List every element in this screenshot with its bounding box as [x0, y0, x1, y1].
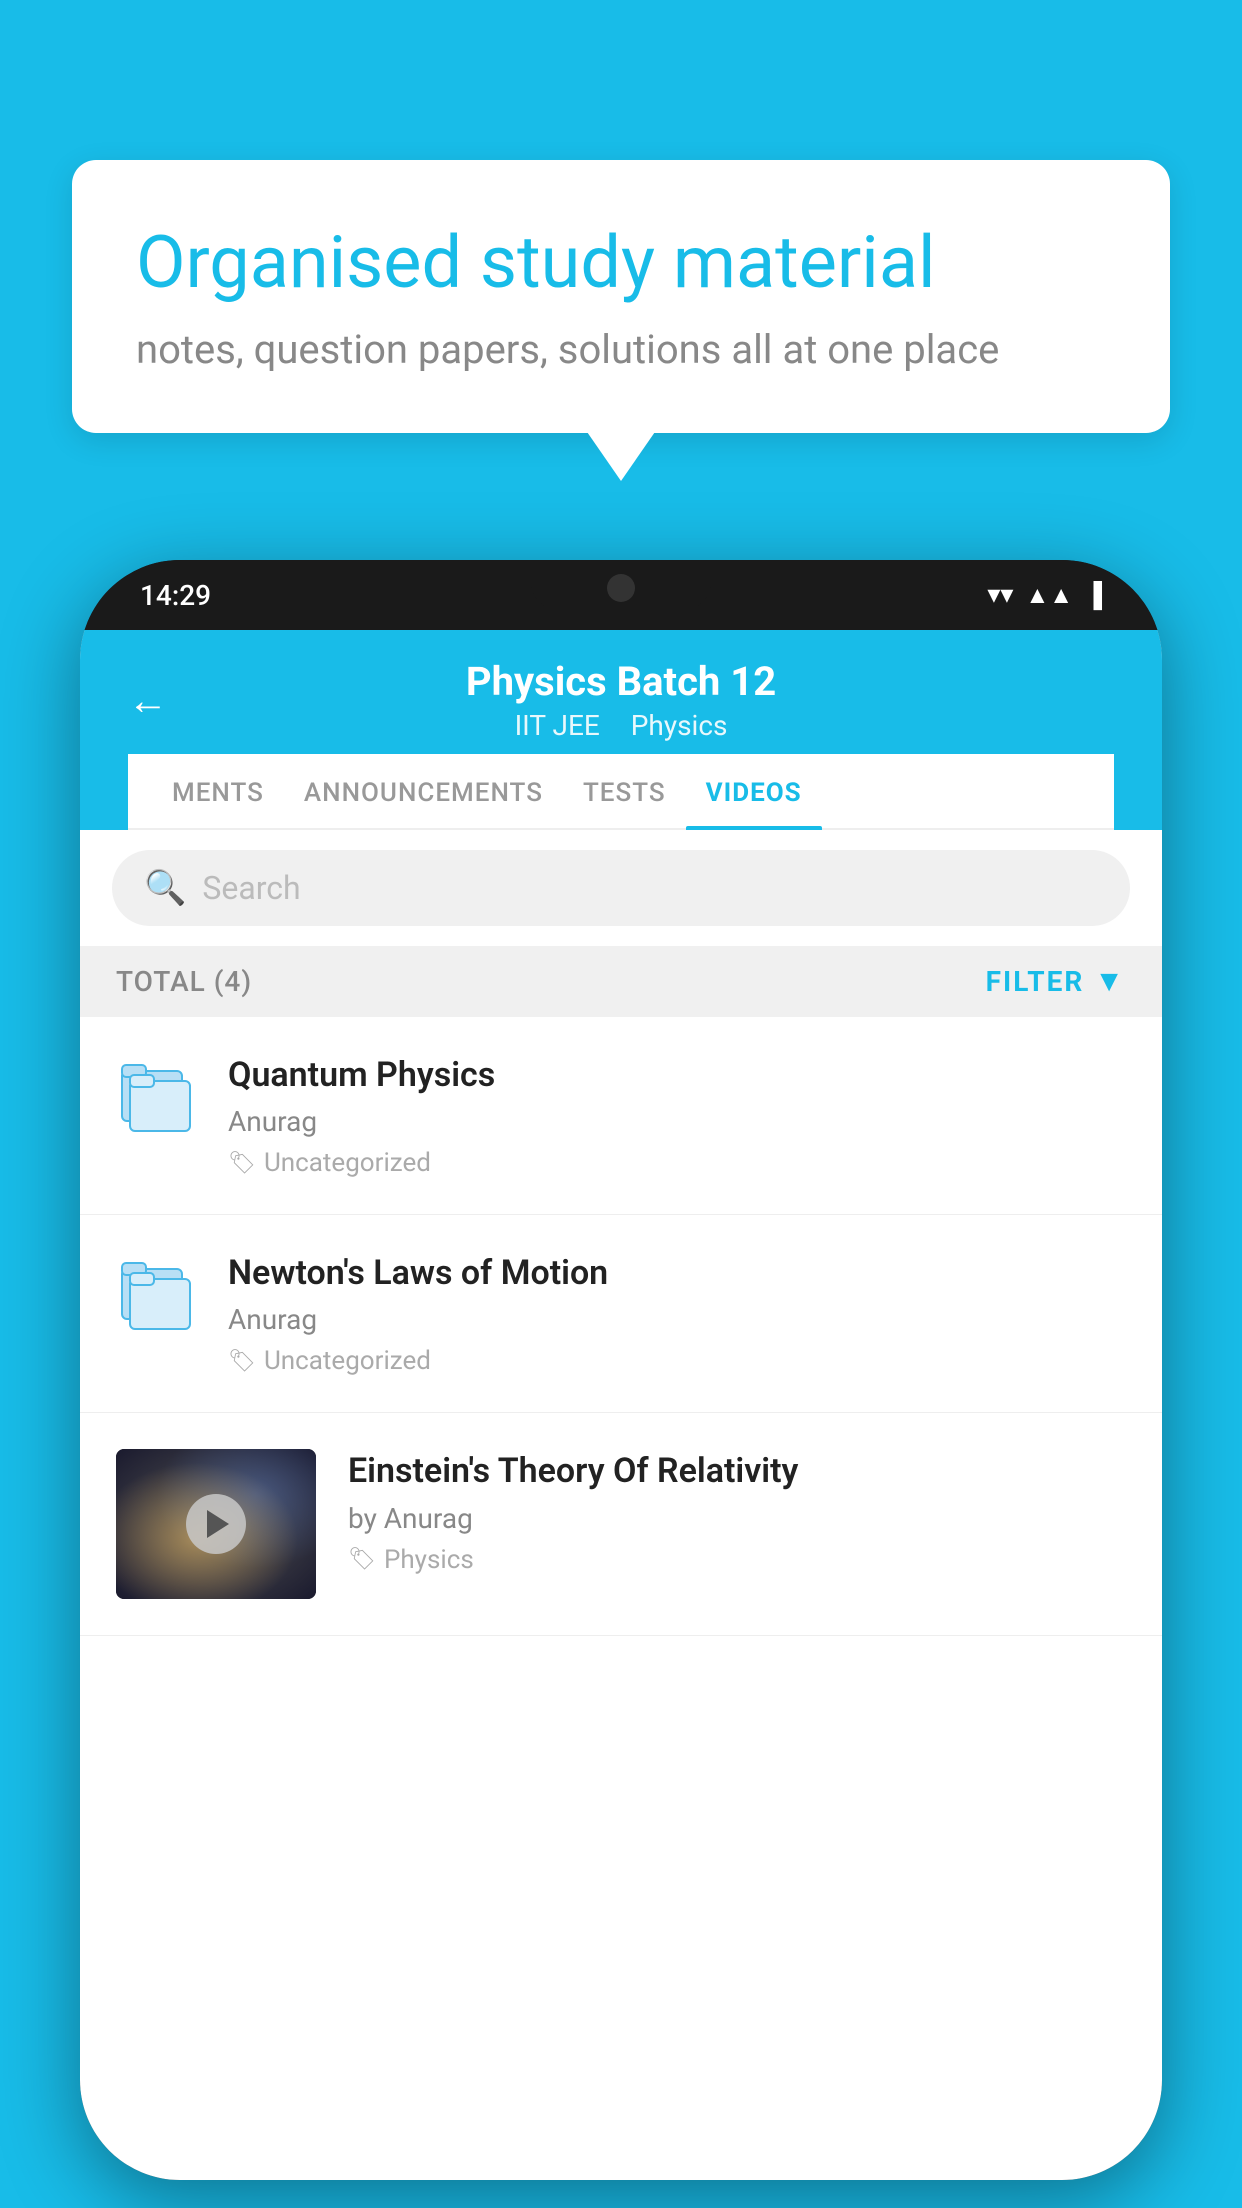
search-bar-container: 🔍 Search	[80, 830, 1162, 946]
video-folder-icon-2	[116, 1251, 196, 1341]
filter-button[interactable]: FILTER ▼	[986, 964, 1126, 999]
app-header: ← Physics Batch 12 IIT JEE Physics MENTS…	[80, 630, 1162, 830]
header-title-group: Physics Batch 12 IIT JEE Physics	[466, 658, 776, 742]
filter-label: FILTER	[986, 965, 1085, 998]
speech-bubble-card: Organised study material notes, question…	[72, 160, 1170, 433]
speech-bubble-subtitle: notes, question papers, solutions all at…	[136, 326, 1106, 373]
phone-frame: 14:29 ▾▾ ▲▲ ▐ ← Physics Batch 12 IIT JEE…	[80, 560, 1162, 2180]
tab-announcements[interactable]: ANNOUNCEMENTS	[284, 754, 563, 828]
tag-icon-3: 🏷	[348, 1547, 376, 1572]
video-thumbnail-3	[116, 1449, 316, 1599]
video-info-2: Newton's Laws of Motion Anurag 🏷 Uncateg…	[228, 1251, 1126, 1376]
battery-icon: ▐	[1085, 581, 1102, 610]
video-title-3: Einstein's Theory Of Relativity	[348, 1449, 1126, 1493]
total-count: TOTAL (4)	[116, 965, 252, 998]
wifi-icon: ▾▾	[987, 580, 1013, 610]
tag-text-3: Physics	[384, 1545, 474, 1575]
video-info-1: Quantum Physics Anurag 🏷 Uncategorized	[228, 1053, 1126, 1178]
search-placeholder: Search	[202, 869, 300, 907]
batch-title: Physics Batch 12	[466, 658, 776, 705]
tag-text-2: Uncategorized	[264, 1346, 431, 1376]
video-item-2[interactable]: Newton's Laws of Motion Anurag 🏷 Uncateg…	[80, 1215, 1162, 1413]
play-triangle-icon	[207, 1510, 229, 1538]
tabs-bar: MENTS ANNOUNCEMENTS TESTS VIDEOS	[128, 754, 1114, 830]
status-time: 14:29	[140, 579, 211, 612]
signal-icon: ▲▲	[1025, 581, 1073, 610]
tag-icon-2: 🏷	[228, 1349, 256, 1374]
video-folder-icon-1	[116, 1053, 196, 1143]
video-author-2: Anurag	[228, 1303, 1126, 1336]
camera	[607, 574, 635, 602]
video-author-3: by Anurag	[348, 1502, 1126, 1535]
video-item-1[interactable]: Quantum Physics Anurag 🏷 Uncategorized	[80, 1017, 1162, 1215]
back-button[interactable]: ←	[128, 677, 168, 724]
video-tag-2: 🏷 Uncategorized	[228, 1346, 1126, 1376]
tab-documents[interactable]: MENTS	[152, 754, 284, 828]
video-title-2: Newton's Laws of Motion	[228, 1251, 1126, 1295]
video-item-3[interactable]: Einstein's Theory Of Relativity by Anura…	[80, 1413, 1162, 1636]
phone-notch	[531, 560, 711, 610]
status-bar: 14:29 ▾▾ ▲▲ ▐	[80, 560, 1162, 630]
status-icons: ▾▾ ▲▲ ▐	[987, 580, 1102, 610]
batch-subject: Physics	[631, 709, 728, 742]
batch-subtitle: IIT JEE Physics	[466, 709, 776, 742]
speech-bubble-title: Organised study material	[136, 220, 1106, 306]
filter-icon: ▼	[1094, 964, 1126, 999]
video-list: Quantum Physics Anurag 🏷 Uncategorized	[80, 1017, 1162, 1636]
video-author-1: Anurag	[228, 1105, 1126, 1138]
tab-tests[interactable]: TESTS	[563, 754, 686, 828]
play-button-3[interactable]	[186, 1494, 246, 1554]
search-icon: 🔍	[144, 868, 186, 908]
phone-screen: ← Physics Batch 12 IIT JEE Physics MENTS…	[80, 630, 1162, 2180]
tab-videos[interactable]: VIDEOS	[686, 754, 822, 828]
video-tag-1: 🏷 Uncategorized	[228, 1148, 1126, 1178]
video-info-3: Einstein's Theory Of Relativity by Anura…	[348, 1449, 1126, 1574]
batch-category: IIT JEE	[515, 709, 600, 742]
content-area: 🔍 Search TOTAL (4) FILTER ▼	[80, 830, 1162, 1636]
filter-bar: TOTAL (4) FILTER ▼	[80, 946, 1162, 1017]
video-title-1: Quantum Physics	[228, 1053, 1126, 1097]
search-bar[interactable]: 🔍 Search	[112, 850, 1130, 926]
tag-text-1: Uncategorized	[264, 1148, 431, 1178]
header-row: ← Physics Batch 12 IIT JEE Physics	[128, 658, 1114, 754]
video-tag-3: 🏷 Physics	[348, 1545, 1126, 1575]
tag-icon-1: 🏷	[228, 1151, 256, 1176]
